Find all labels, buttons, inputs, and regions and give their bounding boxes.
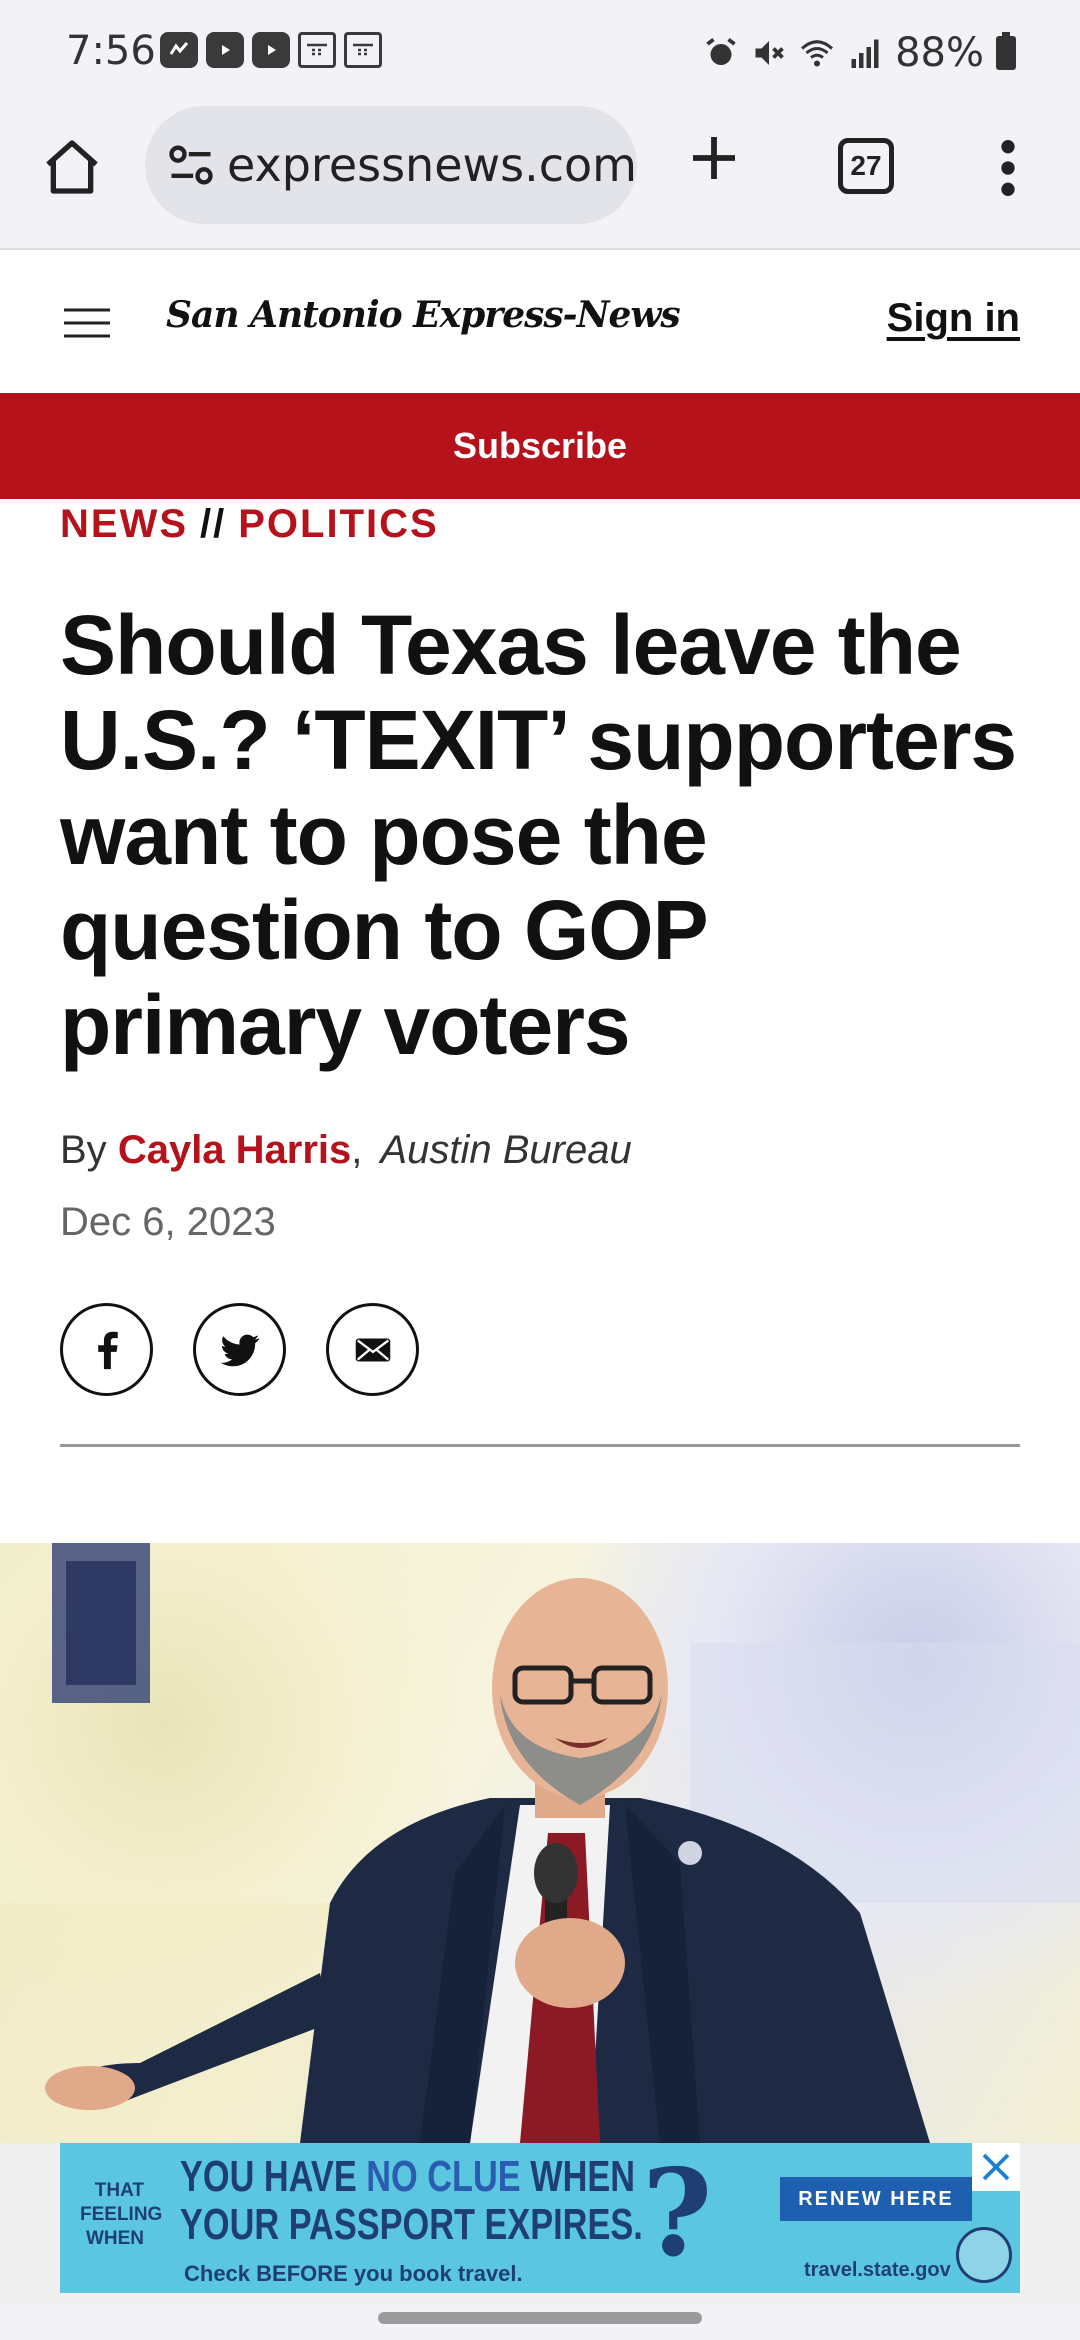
- ad-subtext: Check BEFORE you book travel.: [184, 2261, 523, 2286]
- breadcrumb-news[interactable]: NEWS: [60, 502, 188, 546]
- article-photo[interactable]: [0, 1543, 1080, 2143]
- question-mark-icon: ?: [642, 2143, 713, 2284]
- speaker-illustration: [0, 1543, 1080, 2143]
- status-system-icons: 88%: [703, 30, 1016, 76]
- site-settings-icon[interactable]: [165, 139, 217, 191]
- ad-headline-highlight: NO CLUE: [366, 2152, 521, 2201]
- email-share-button[interactable]: [326, 1303, 419, 1396]
- address-bar[interactable]: expressnews.com: [145, 106, 637, 224]
- battery-percent: 88%: [895, 30, 984, 76]
- subscribe-label: Subscribe: [452, 425, 628, 466]
- calendar-icon: [344, 32, 382, 68]
- email-icon: [355, 1338, 390, 1361]
- youtube-icon: [252, 32, 290, 68]
- share-buttons: [60, 1303, 419, 1396]
- ad-headline-part: YOU HAVE: [180, 2152, 367, 2201]
- wifi-icon: [801, 40, 834, 67]
- subscribe-button[interactable]: Subscribe: [0, 393, 1080, 499]
- passport-ad[interactable]: THAT FEELING WHEN YOU HAVE NO CLUE WHEN …: [60, 2143, 1020, 2293]
- publish-date: Dec 6, 2023: [60, 1200, 276, 1244]
- ad-headline-line-1: YOU HAVE NO CLUE WHEN: [180, 2153, 643, 2201]
- twitter-share-button[interactable]: [193, 1303, 286, 1396]
- sign-in-link[interactable]: Sign in: [887, 296, 1020, 341]
- more-menu-icon[interactable]: [992, 136, 1024, 200]
- status-bar: 7:56 88%: [0, 0, 1080, 100]
- gesture-handle[interactable]: [378, 2312, 702, 2324]
- new-tab-icon[interactable]: [686, 130, 742, 186]
- ad-tagline-line: FEELING: [80, 2204, 163, 2225]
- byline-prefix: By: [60, 1128, 107, 1172]
- site-logo[interactable]: San Antonio Express-News: [166, 294, 681, 336]
- ad-tagline-line: THAT: [94, 2180, 144, 2201]
- close-icon: [982, 2153, 1010, 2181]
- status-time: 7:56: [66, 28, 156, 74]
- ad-container: THAT FEELING WHEN YOU HAVE NO CLUE WHEN …: [0, 2143, 1080, 2303]
- ad-headline: YOU HAVE NO CLUE WHEN YOUR PASSPORT EXPI…: [180, 2153, 643, 2249]
- facebook-share-button[interactable]: [60, 1303, 153, 1396]
- ad-tagline: THAT FEELING WHEN: [80, 2179, 163, 2251]
- browser-toolbar: expressnews.com 27: [0, 100, 1080, 250]
- article-headline: Should Texas leave the U.S.? ‘TEXIT’ sup…: [60, 598, 1017, 1072]
- ad-headline-part: WHEN: [520, 2152, 636, 2201]
- facebook-icon: [97, 1331, 118, 1369]
- mute-icon: [755, 41, 784, 65]
- home-icon[interactable]: [40, 135, 104, 199]
- battery-icon: [996, 32, 1016, 70]
- breadcrumb: NEWS //POLITICS: [60, 502, 439, 547]
- author-link[interactable]: Cayla Harris: [118, 1128, 351, 1172]
- ad-close-button[interactable]: [972, 2143, 1020, 2191]
- hamburger-menu-icon[interactable]: [64, 308, 110, 338]
- byline: By Cayla Harris, Austin Bureau: [60, 1128, 632, 1172]
- calendar-icon: [298, 32, 336, 68]
- alarm-icon: [706, 38, 736, 65]
- ad-headline-line-2: YOUR PASSPORT EXPIRES.: [180, 2200, 643, 2249]
- divider: [60, 1444, 1020, 1447]
- site-header: San Antonio Express-News Sign in: [0, 252, 1080, 392]
- signal-icon: [851, 39, 879, 68]
- state-department-seal-icon: [956, 2227, 1012, 2283]
- status-app-icons: [160, 32, 382, 68]
- activity-icon: [160, 32, 198, 68]
- ad-tagline-line: WHEN: [85, 2228, 144, 2249]
- twitter-icon: [220, 1334, 259, 1366]
- ad-site-link: travel.state.gov: [804, 2259, 951, 2281]
- renew-here-button[interactable]: RENEW HERE: [780, 2177, 972, 2221]
- breadcrumb-politics[interactable]: POLITICS: [238, 502, 438, 546]
- breadcrumb-separator: //: [200, 502, 227, 546]
- tab-switcher-button[interactable]: 27: [838, 138, 894, 194]
- bureau: Austin Bureau: [380, 1128, 632, 1172]
- url-text: expressnews.com: [227, 138, 637, 192]
- youtube-icon: [206, 32, 244, 68]
